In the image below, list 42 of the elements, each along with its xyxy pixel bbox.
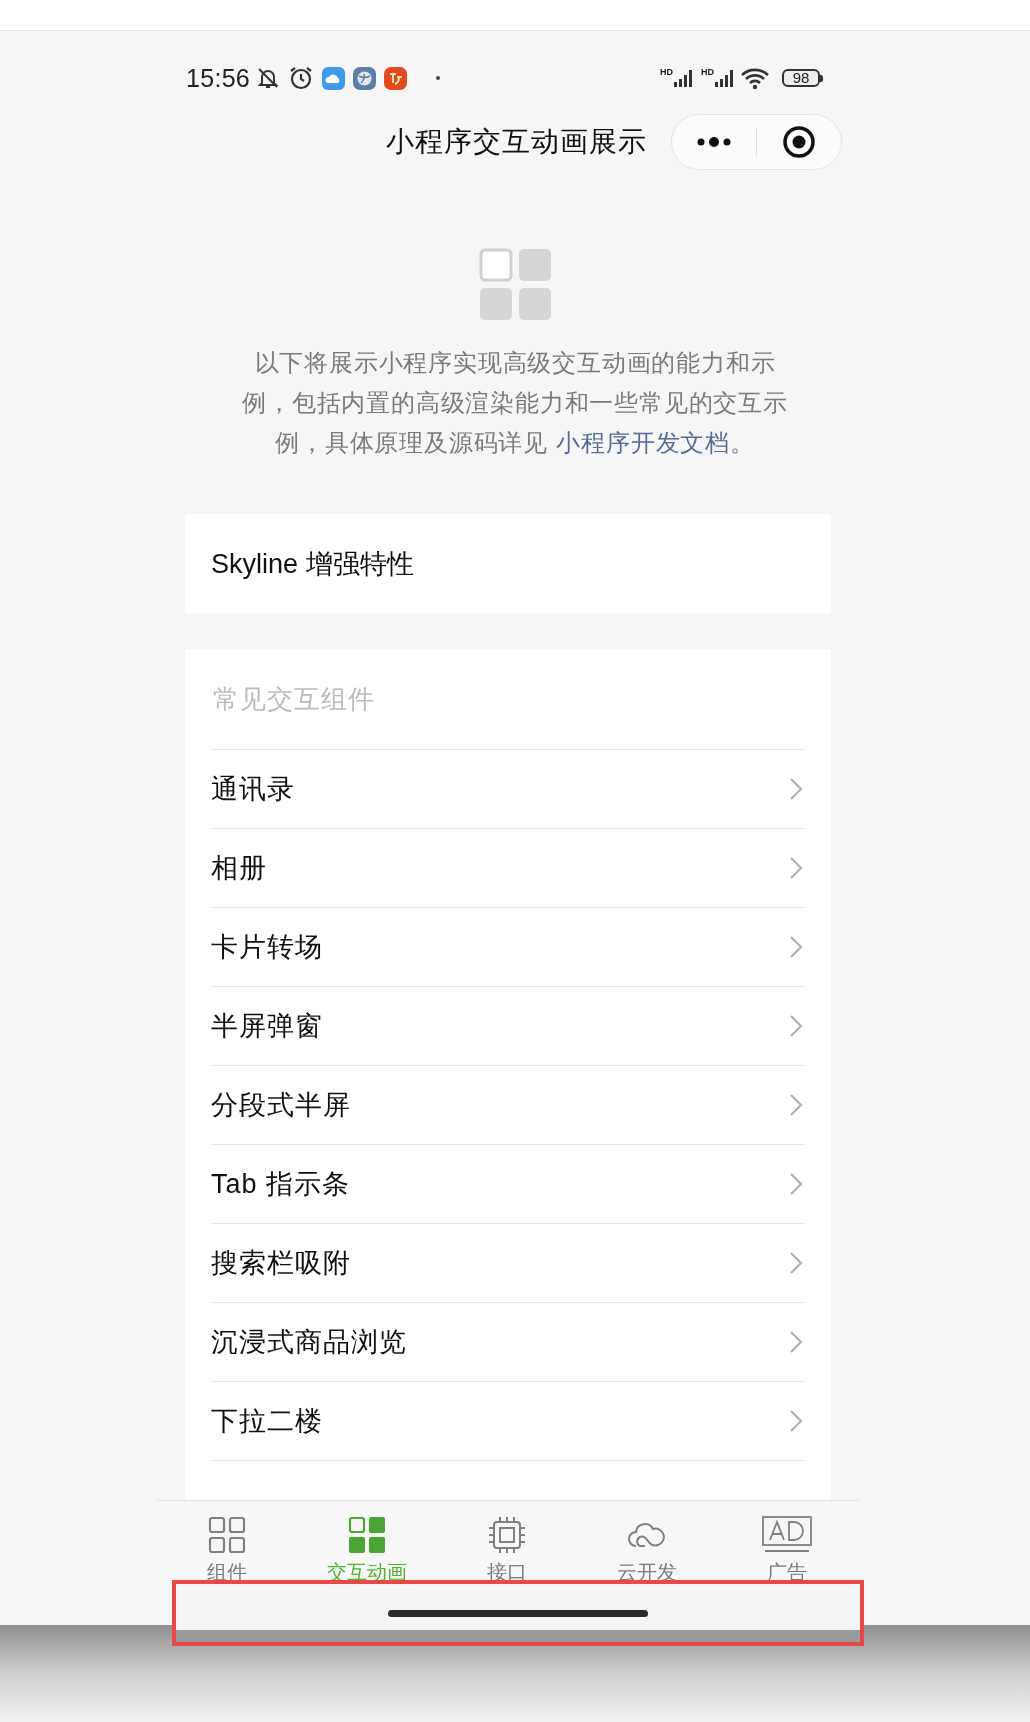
chevron-right-icon <box>789 935 803 959</box>
intro-text: 以下将展示小程序实现高级交互动画的能力和示 例，包括内置的高级渲染能力和一些常见的交互示 例，具体原理及源码详见 小程序开发文档。 <box>242 348 788 459</box>
docs-link[interactable]: 小程序开发文档 <box>556 429 730 457</box>
chevron-right-icon <box>789 1330 803 1354</box>
list-item[interactable]: 下拉二楼 <box>211 1403 323 1439</box>
cloud-app-icon <box>322 66 346 90</box>
hd-label: HD <box>660 67 673 77</box>
page-title: 小程序交互动画展示 <box>386 125 647 159</box>
chevron-right-icon <box>789 856 803 880</box>
shopping-app-icon <box>384 66 408 90</box>
list-item[interactable]: 分段式半屏 <box>211 1087 351 1123</box>
grid-icon <box>348 1516 386 1554</box>
list-item[interactable]: 卡片转场 <box>211 929 323 965</box>
chevron-right-icon <box>789 1014 803 1038</box>
bell-off-icon <box>256 66 281 90</box>
chevron-right-icon <box>789 1093 803 1117</box>
notification-dot-icon <box>435 75 442 81</box>
grid-icon <box>208 1516 246 1554</box>
list-item[interactable]: 沉浸式商品浏览 <box>211 1324 407 1360</box>
list-item[interactable]: Tab 指示条 <box>211 1166 351 1202</box>
chip-icon <box>488 1516 526 1554</box>
section-header: 常见交互组件 <box>212 682 376 716</box>
chevron-right-icon <box>789 1409 803 1433</box>
chevron-right-icon <box>789 1172 803 1196</box>
list-item[interactable]: 相册 <box>211 850 267 886</box>
chevron-right-icon <box>789 1251 803 1275</box>
status-time: 15:56 <box>186 63 251 93</box>
grid-logo-icon <box>478 248 552 321</box>
list-item[interactable]: 半屏弹窗 <box>211 1008 323 1044</box>
hd-label: HD <box>701 67 714 77</box>
list-item[interactable]: 搜索栏吸附 <box>211 1245 351 1281</box>
signal-icon <box>714 67 736 89</box>
feature-item[interactable]: Skyline 增强特性 <box>211 545 414 582</box>
tab-item[interactable]: 组件 <box>157 1501 297 1625</box>
ad-icon <box>762 1516 812 1554</box>
close-icon[interactable] <box>782 125 816 159</box>
more-icon[interactable] <box>696 136 732 148</box>
list-item[interactable]: 通讯录 <box>211 771 295 807</box>
signal-icon <box>673 67 695 89</box>
wifi-icon <box>740 66 770 90</box>
globe-app-icon <box>353 66 377 90</box>
chevron-right-icon <box>789 777 803 801</box>
